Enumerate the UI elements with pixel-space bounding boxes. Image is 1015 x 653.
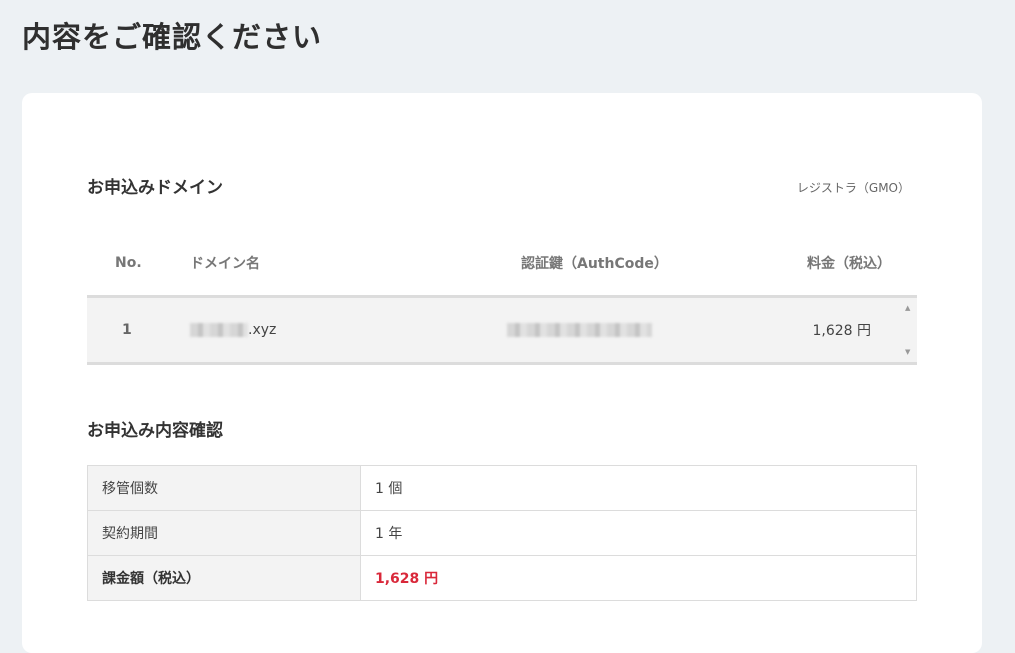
total-charge-value: 1,628 円 bbox=[360, 555, 917, 601]
row-no: 1 bbox=[122, 322, 132, 338]
table-row: 課金額（税込） 1,628 円 bbox=[87, 555, 917, 601]
total-charge-label: 課金額（税込） bbox=[87, 555, 361, 601]
col-domain-name: ドメイン名 bbox=[190, 256, 260, 272]
registrar-label: レジストラ（GMO） bbox=[796, 181, 910, 195]
row-scrollbar[interactable]: ▲ ▼ bbox=[903, 298, 915, 362]
transfer-count-label: 移管個数 bbox=[87, 465, 361, 511]
domain-table: No. ドメイン名 認証鍵（AuthCode） 料金（税込） 1 .xyz 1,… bbox=[87, 231, 917, 365]
redacted-authcode bbox=[507, 323, 652, 337]
row-fee: 1,628 円 bbox=[812, 323, 871, 339]
table-row: 移管個数 1 個 bbox=[87, 465, 917, 511]
domains-section-heading: お申込みドメイン bbox=[87, 178, 223, 198]
page-title: 内容をご確認ください bbox=[22, 20, 323, 54]
contract-period-value: 1 年 bbox=[360, 510, 917, 556]
table-row: 1 .xyz 1,628 円 ▲ ▼ bbox=[87, 298, 917, 365]
domain-suffix: .xyz bbox=[248, 322, 277, 338]
table-row: 契約期間 1 年 bbox=[87, 510, 917, 556]
col-authcode: 認証鍵（AuthCode） bbox=[521, 256, 668, 272]
transfer-count-value: 1 個 bbox=[360, 465, 917, 511]
scroll-up-icon[interactable]: ▲ bbox=[905, 304, 910, 312]
confirm-table: 移管個数 1 個 契約期間 1 年 課金額（税込） 1,628 円 bbox=[87, 465, 917, 601]
domain-table-header: No. ドメイン名 認証鍵（AuthCode） 料金（税込） bbox=[87, 231, 917, 298]
row-authcode bbox=[507, 322, 652, 338]
confirm-section-heading: お申込み内容確認 bbox=[87, 421, 223, 441]
confirmation-card: お申込みドメイン レジストラ（GMO） No. ドメイン名 認証鍵（AuthCo… bbox=[22, 93, 982, 653]
contract-period-label: 契約期間 bbox=[87, 510, 361, 556]
col-fee: 料金（税込） bbox=[807, 256, 891, 272]
scroll-down-icon[interactable]: ▼ bbox=[905, 348, 910, 356]
redacted-domain bbox=[190, 323, 248, 337]
row-domain: .xyz bbox=[190, 322, 276, 338]
col-no: No. bbox=[115, 255, 142, 271]
